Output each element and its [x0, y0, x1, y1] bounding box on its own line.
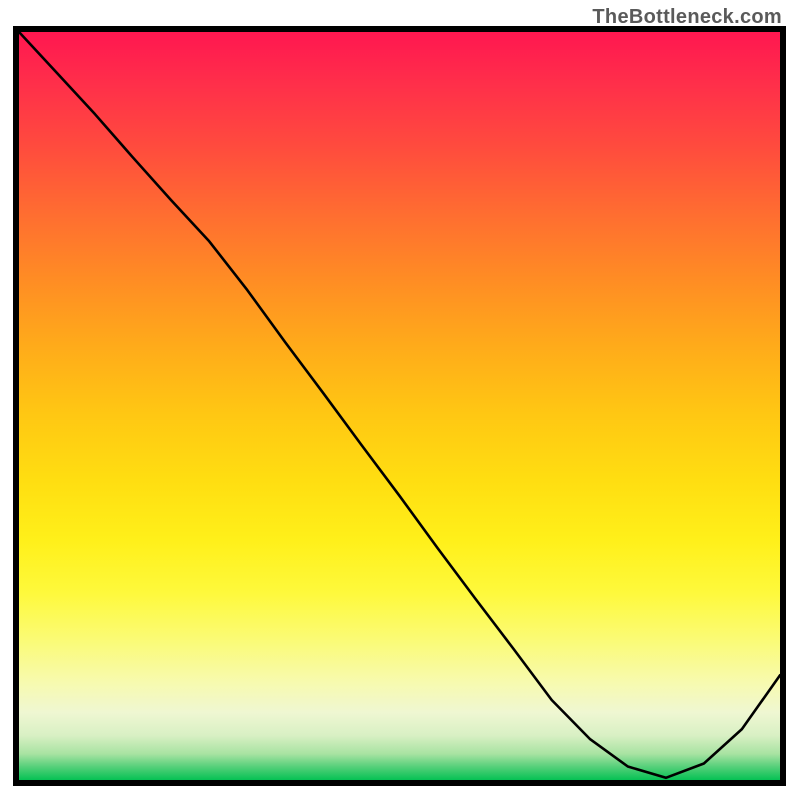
plot-area: [13, 26, 786, 786]
data-line: [19, 32, 780, 778]
chart-container: TheBottleneck.com: [0, 0, 800, 800]
line-curve: [19, 32, 780, 780]
